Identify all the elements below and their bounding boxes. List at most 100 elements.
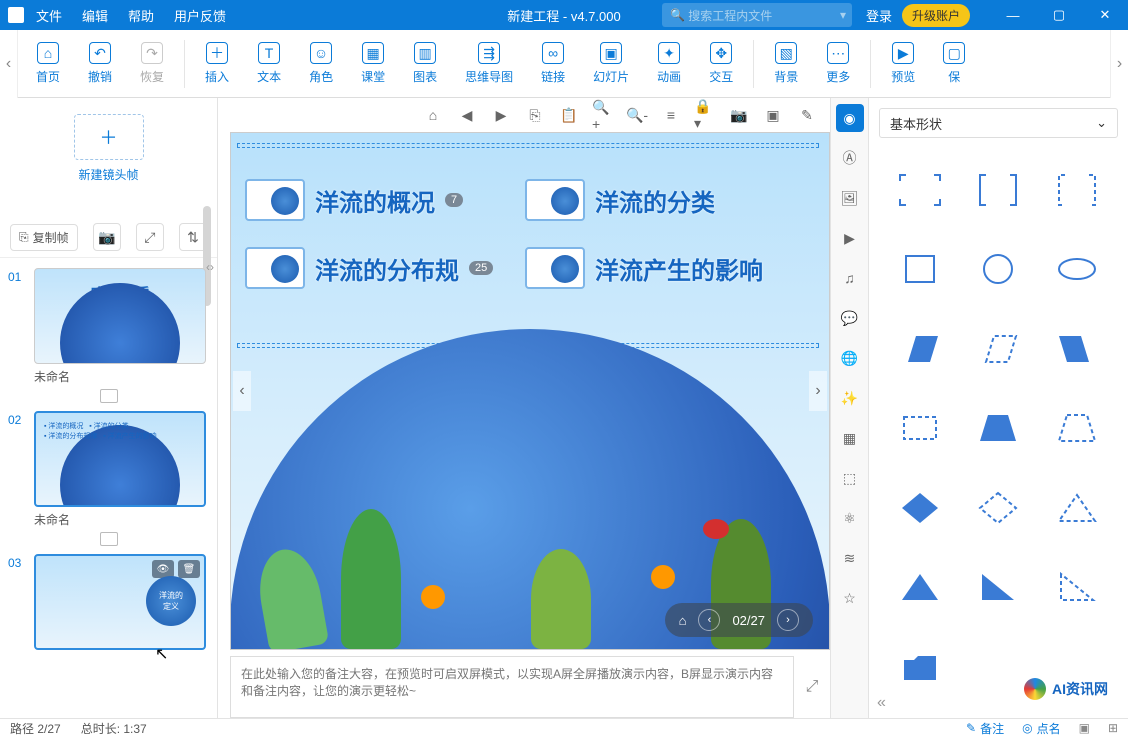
shape-right-triangle-dashed[interactable] (1044, 565, 1110, 609)
menu-help[interactable]: 帮助 (128, 6, 154, 25)
strip-globe-button[interactable]: 🌐 (836, 344, 864, 372)
shape-frame-corners[interactable] (887, 168, 953, 212)
status-layout-button[interactable]: ⊞ (1108, 721, 1118, 735)
shape-trapezoid-filled[interactable] (965, 406, 1031, 450)
strip-comment-button[interactable]: 💬 (836, 304, 864, 332)
canvas[interactable]: 洋流的概况 7 洋流的分类 洋流的分布规 25 洋流产生的影响 (230, 132, 830, 650)
shape-right-triangle-filled[interactable] (965, 565, 1031, 609)
canvas-edit-button[interactable]: ✎ (796, 104, 818, 126)
strip-text-button[interactable]: Ⓐ (836, 144, 864, 172)
tool-interact[interactable]: ✥交互 (695, 30, 747, 98)
add-shot-button[interactable]: ＋ 新建镜头帧 (0, 98, 217, 189)
toolbar-scroll-right[interactable]: › (1110, 30, 1128, 98)
canvas-crop-button[interactable]: ▣ (762, 104, 784, 126)
topic-item[interactable]: 洋流的分类 (525, 179, 715, 221)
status-notes-button[interactable]: ✎备注 (966, 720, 1004, 737)
close-button[interactable]: ✕ (1082, 0, 1128, 30)
tool-class[interactable]: ▦课堂 (347, 30, 399, 98)
canvas-align-button[interactable]: ≡ (660, 104, 682, 126)
topic-item[interactable]: 洋流产生的影响 (525, 247, 763, 289)
shape-diamond-outline[interactable] (965, 486, 1031, 530)
slide-thumbnail[interactable]: 感谢观看 (34, 268, 206, 364)
toolbar-scroll-left[interactable]: ‹ (0, 30, 18, 98)
strip-video-button[interactable]: ▶ (836, 224, 864, 252)
thumb-delete-button[interactable]: 🗑 (178, 560, 200, 578)
shape-parallelogram-right-filled[interactable] (1044, 327, 1110, 371)
canvas-zoomout-button[interactable]: 🔍- (626, 104, 648, 126)
shape-brackets[interactable] (965, 168, 1031, 212)
canvas-snapshot-button[interactable]: 📷 (728, 104, 750, 126)
notes-expand-button[interactable]: ⤢ (794, 656, 830, 718)
tool-redo[interactable]: ↷恢复 (126, 30, 178, 98)
status-screen-button[interactable]: ▣ (1079, 721, 1090, 735)
pager-prev-button[interactable]: ‹ (698, 609, 720, 631)
minimize-button[interactable]: — (990, 0, 1036, 30)
status-clicks-button[interactable]: ◎点名 (1022, 720, 1061, 737)
canvas-prev-button[interactable]: ‹ (233, 371, 251, 411)
shape-diamond-filled[interactable] (887, 486, 953, 530)
pager-next-button[interactable]: › (777, 609, 799, 631)
canvas-back-button[interactable]: ◀ (456, 104, 478, 126)
strip-template-button[interactable]: ▦ (836, 424, 864, 452)
shape-triangle-filled[interactable] (887, 565, 953, 609)
slide-item[interactable]: 03 👁 🗑 洋流的定义 (8, 554, 209, 650)
canvas-next-button[interactable]: › (809, 371, 827, 411)
strip-favorite-button[interactable]: ☆ (836, 584, 864, 612)
tool-link[interactable]: ∞链接 (527, 30, 579, 98)
shape-circle[interactable] (965, 247, 1031, 291)
canvas-copy-button[interactable]: ⎘ (524, 104, 546, 126)
tool-role[interactable]: ☺角色 (295, 30, 347, 98)
canvas-forward-button[interactable]: ▶ (490, 104, 512, 126)
tool-anim[interactable]: ✦动画 (643, 30, 695, 98)
tool-slide[interactable]: ▣幻灯片 (579, 30, 643, 98)
shape-folder-filled[interactable] (887, 645, 953, 689)
menu-feedback[interactable]: 用户反馈 (174, 6, 226, 25)
canvas-paste-button[interactable]: 📋 (558, 104, 580, 126)
strip-3d-button[interactable]: ⬚ (836, 464, 864, 492)
maximize-button[interactable]: ▢ (1036, 0, 1082, 30)
upgrade-button[interactable]: 升级账户 (902, 4, 970, 27)
slide-thumbnail[interactable]: 👁 🗑 洋流的定义 (34, 554, 206, 650)
menu-file[interactable]: 文件 (36, 6, 62, 25)
strip-audio-button[interactable]: ♫ (836, 264, 864, 292)
tool-text[interactable]: T文本 (243, 30, 295, 98)
notes-input[interactable] (230, 656, 794, 718)
shape-trapezoid-dashed[interactable] (1044, 406, 1110, 450)
shape-square[interactable] (887, 247, 953, 291)
camera-button[interactable]: 📷 (93, 223, 121, 251)
strip-science-button[interactable]: ⚛ (836, 504, 864, 532)
canvas-zoomin-button[interactable]: 🔍+ (592, 104, 614, 126)
topic-item[interactable]: 洋流的分布规 25 (245, 247, 493, 289)
left-scrollbar-expand-icon[interactable]: ‹› (206, 260, 214, 274)
pager-home-icon[interactable]: ⌂ (679, 613, 687, 628)
tool-bg[interactable]: ▧背景 (760, 30, 812, 98)
search-dropdown-icon[interactable]: ▾ (840, 8, 846, 22)
resize-button[interactable]: ⤢ (136, 223, 164, 251)
slide-separator[interactable] (8, 389, 209, 403)
menu-edit[interactable]: 编辑 (82, 6, 108, 25)
tool-more[interactable]: ⋯更多 (812, 30, 864, 98)
strip-layers-button[interactable]: ≋ (836, 544, 864, 572)
tool-home[interactable]: ⌂首页 (22, 30, 74, 98)
topic-item[interactable]: 洋流的概况 7 (245, 179, 463, 221)
copy-frame-button[interactable]: ⎘复制帧 (10, 224, 78, 251)
shape-triangle-dashed[interactable] (1044, 486, 1110, 530)
search-input[interactable]: 🔍 搜索工程内文件 ▾ (662, 3, 852, 27)
shape-category-dropdown[interactable]: 基本形状 ⌄ (879, 108, 1118, 138)
strip-effects-button[interactable]: ✨ (836, 384, 864, 412)
slide-item[interactable]: 02 ▪ 洋流的概况 ▪ 洋流的分类▪ 洋流的分布规律 ▪ 洋流产生的影响 (8, 411, 209, 507)
slide-separator[interactable] (8, 532, 209, 546)
shape-rect-dashed[interactable] (887, 406, 953, 450)
shape-parallelogram-filled[interactable] (887, 327, 953, 371)
tool-preview[interactable]: ▶预览 (877, 30, 929, 98)
tool-undo[interactable]: ↶撤销 (74, 30, 126, 98)
strip-shapes-button[interactable]: ◉ (836, 104, 864, 132)
strip-image-button[interactable]: 🖼 (836, 184, 864, 212)
login-button[interactable]: 登录 (866, 6, 892, 25)
shape-ellipse[interactable] (1044, 247, 1110, 291)
canvas-lock-button[interactable]: 🔒▾ (694, 104, 716, 126)
slide-thumbnail[interactable]: ▪ 洋流的概况 ▪ 洋流的分类▪ 洋流的分布规律 ▪ 洋流产生的影响 (34, 411, 206, 507)
shape-parallelogram-dashed[interactable] (965, 327, 1031, 371)
shape-brackets-dashed[interactable] (1044, 168, 1110, 212)
canvas-home-button[interactable]: ⌂ (422, 104, 444, 126)
